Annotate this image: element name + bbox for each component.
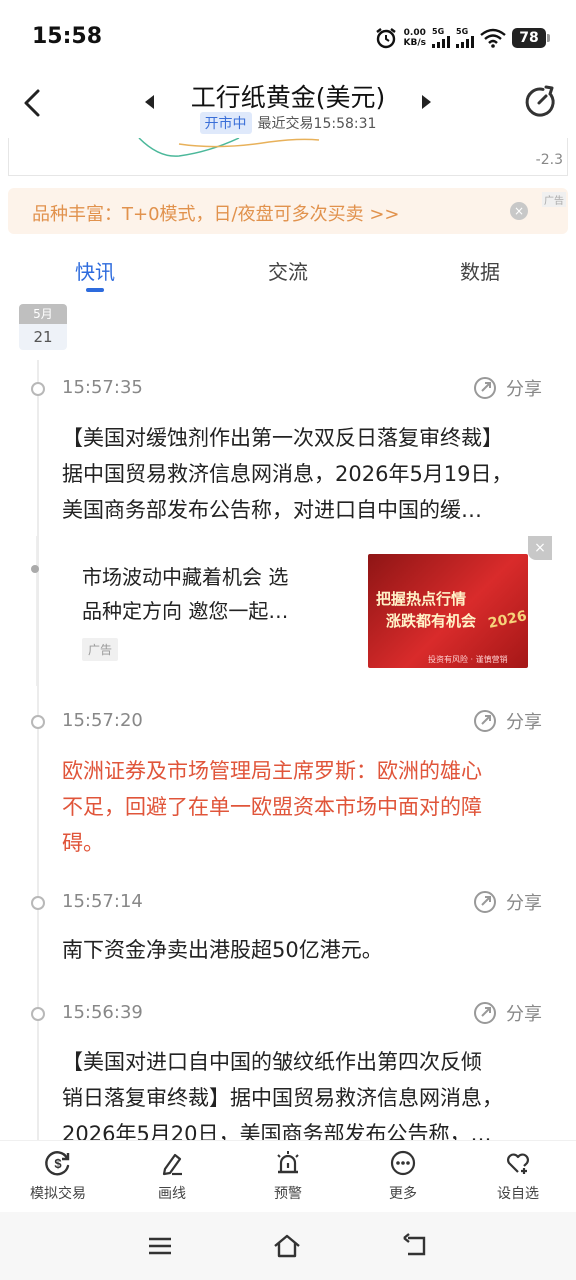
date-badge: 5月 21 — [19, 304, 67, 350]
heart-add-icon — [507, 1153, 529, 1174]
more-dots-icon — [390, 1150, 416, 1176]
quote-header: 工行纸黄金(美元) 开市中 最近交易15:58:31 — [0, 76, 576, 138]
battery-indicator: 78 — [512, 28, 550, 48]
ad-tag: 广告 — [542, 192, 566, 207]
date-month: 5月 — [19, 304, 67, 324]
price-chart-partial[interactable]: -2.3 — [8, 138, 568, 176]
recent-apps-icon[interactable] — [145, 1232, 175, 1260]
timeline-dot — [31, 896, 45, 910]
market-status-badge: 开市中 — [199, 112, 252, 134]
news-content[interactable]: 南下资金净卖出港股超50亿港元。 — [62, 932, 548, 968]
signal-bars-icon — [456, 36, 474, 48]
share-button[interactable]: 分享 — [472, 708, 542, 734]
timeline-dot — [31, 715, 45, 729]
news-content[interactable]: 【美国对缓蚀剂作出第一次双反日落复审终裁】 据中国贸易救济信息网消息，2026年… — [62, 420, 548, 528]
share-icon — [474, 891, 496, 913]
close-icon[interactable]: × — [528, 536, 552, 560]
wifi-icon — [480, 28, 506, 48]
timeline-dot — [31, 565, 39, 573]
tab-discussion[interactable]: 交流 — [248, 256, 328, 285]
news-content[interactable]: 欧洲证券及市场管理局主席罗斯：欧洲的雄心 不足，回避了在单一欧盟资本市场中面对的… — [62, 753, 548, 861]
next-instrument-icon[interactable] — [420, 92, 434, 112]
timeline-dot — [31, 382, 45, 396]
close-icon[interactable]: × — [510, 202, 528, 220]
home-icon[interactable] — [272, 1232, 302, 1260]
dollar-refresh-icon: $ — [45, 1151, 70, 1176]
draw-line-button[interactable]: 画线 — [122, 1149, 222, 1203]
simulated-trade-button[interactable]: $ 模拟交易 — [8, 1149, 108, 1203]
timeline-line — [37, 360, 39, 1140]
alert-button[interactable]: 预警 — [238, 1149, 338, 1203]
ad-tag: 广告 — [82, 638, 119, 661]
news-time: 15:57:14 — [62, 891, 143, 912]
refresh-icon[interactable] — [522, 84, 558, 120]
bottom-toolbar: $ 模拟交易 画线 预警 更多 设自选 — [0, 1140, 576, 1212]
date-day: 21 — [19, 324, 67, 350]
last-trade-time: 最近交易15:58:31 — [257, 116, 377, 132]
back-nav-icon[interactable] — [400, 1232, 430, 1260]
status-time: 15:58 — [32, 24, 103, 49]
share-button[interactable]: 分享 — [472, 375, 542, 401]
alarm-light-icon — [277, 1151, 299, 1174]
share-icon — [474, 377, 496, 399]
network-speed: 0.00 KB/s — [403, 28, 426, 48]
tab-data[interactable]: 数据 — [440, 256, 520, 285]
sponsored-card-text[interactable]: 市场波动中藏着机会 选 品种定方向 邀您一起… — [82, 560, 352, 628]
signal-strength-2: 5G — [456, 28, 474, 48]
more-button[interactable]: 更多 — [353, 1149, 453, 1203]
svg-text:$: $ — [54, 1156, 62, 1171]
signal-bars-icon — [432, 36, 450, 48]
sponsored-card-image[interactable]: 把握热点行情 涨跌都有机会 2026 投资有风险 · 谨慎营销 — [368, 554, 528, 668]
news-content[interactable]: 【美国对进口自中国的皱纹纸作出第四次反倾 销日落复审终裁】据中国贸易救济信息网消… — [62, 1044, 548, 1140]
add-favorite-button[interactable]: 设自选 — [468, 1149, 568, 1203]
timeline-dot — [31, 1007, 45, 1021]
instrument-title: 工行纸黄金(美元) — [190, 83, 386, 112]
status-icons: 0.00 KB/s 5G 5G 78 — [374, 24, 550, 52]
share-button[interactable]: 分享 — [472, 1000, 542, 1026]
trade-status-line: 开市中 最近交易15:58:31 — [0, 112, 576, 134]
alarm-clock-icon — [375, 28, 396, 49]
promo-banner-text[interactable]: 品种丰富：T+0模式，日/夜盘可多次买卖 >> — [32, 200, 399, 226]
news-time: 15:57:35 — [62, 377, 143, 398]
share-button[interactable]: 分享 — [472, 889, 542, 915]
share-icon — [474, 710, 496, 732]
status-bar: 15:58 0.00 KB/s 5G 5G 78 — [0, 0, 576, 76]
promo-banner[interactable]: 品种丰富：T+0模式，日/夜盘可多次买卖 >> × 广告 — [8, 188, 568, 234]
news-time: 15:57:20 — [62, 710, 143, 731]
content-tabs: 快讯 交流 数据 — [0, 244, 576, 296]
active-tab-indicator — [86, 288, 104, 292]
share-icon — [474, 1002, 496, 1024]
news-time: 15:56:39 — [62, 1002, 143, 1023]
chart-axis-value: -2.3 — [535, 152, 563, 168]
system-navigation-bar — [0, 1212, 576, 1280]
chart-lines — [138, 138, 320, 157]
tab-news[interactable]: 快讯 — [55, 256, 135, 285]
signal-strength-1: 5G — [432, 28, 450, 48]
pen-icon — [162, 1153, 182, 1176]
